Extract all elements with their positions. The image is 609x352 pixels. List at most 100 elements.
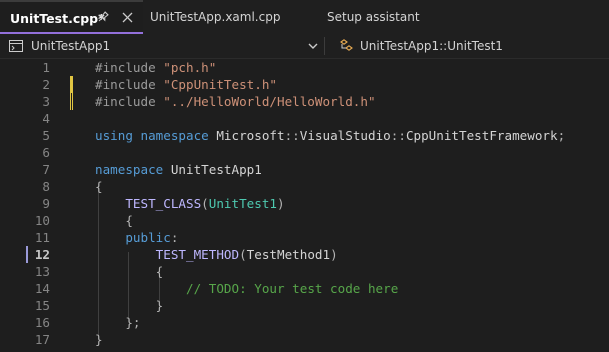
line-number: 8 (42, 179, 50, 194)
close-icon[interactable] (121, 11, 134, 24)
line-number: 4 (42, 111, 50, 126)
code-text: namespace UnitTestApp1 (95, 161, 262, 178)
code-token: "../HelloWorld/HelloWorld.h" (163, 94, 376, 109)
code-line[interactable]: 13 { (0, 263, 609, 280)
code-token: ) (330, 247, 338, 262)
tab-unittestapp-xaml-cpp[interactable]: UnitTestApp.xaml.cpp (150, 0, 280, 34)
code-line[interactable]: 4 (0, 110, 609, 127)
code-line[interactable]: 16 }; (0, 314, 609, 331)
scope-dropdown[interactable]: UnitTestApp1::UnitTest1 (338, 34, 503, 58)
code-line[interactable]: 5 using namespace Microsoft::VisualStudio… (0, 127, 609, 144)
code-line[interactable]: 8{ (0, 178, 609, 195)
line-number: 12 (34, 247, 50, 262)
project-name: UnitTestApp1 (31, 39, 111, 53)
code-token: :: (390, 128, 406, 143)
code-token: using (95, 128, 133, 143)
code-token: ; (557, 128, 566, 143)
code-token: Microsoft (208, 128, 285, 143)
tab-label: Setup assistant (327, 10, 420, 24)
code-token: VisualStudio (299, 128, 391, 143)
line-number: 6 (42, 145, 50, 160)
code-token: } (95, 332, 103, 347)
chevron-down-icon[interactable] (308, 41, 318, 51)
code-text: } (95, 297, 164, 314)
line-number: 5 (42, 128, 50, 143)
code-text: #include "pch.h" (95, 59, 216, 76)
code-line[interactable]: 14 // TODO: Your test code here (0, 280, 609, 297)
code-token: { (155, 264, 164, 279)
code-text: public: (95, 229, 178, 246)
change-marker (70, 76, 73, 93)
line-number: 2 (42, 77, 50, 92)
document-tab-strip: UnitTest.cpp* UnitTestApp.xaml.cpp Setup… (0, 0, 609, 34)
code-text: } (95, 331, 103, 348)
tab-unittest-cpp[interactable]: UnitTest.cpp* (0, 0, 143, 34)
pin-icon[interactable] (96, 10, 110, 24)
line-number: 13 (34, 264, 50, 279)
line-number: 7 (42, 162, 50, 177)
code-line[interactable]: 11 public: (0, 229, 609, 246)
code-line[interactable]: 1 #include "pch.h" (0, 59, 609, 76)
code-token: }; (125, 315, 141, 330)
code-line[interactable]: 2 #include "CppUnitTest.h" (0, 76, 609, 93)
code-text: using namespace Microsoft::VisualStudio:… (95, 127, 565, 144)
code-token: ( (201, 196, 209, 211)
project-dropdown[interactable]: UnitTestApp1 (9, 34, 324, 58)
navigation-bar: UnitTestApp1 UnitTestApp1::UnitTest1 (0, 34, 609, 59)
code-token: #include (95, 94, 164, 109)
code-line[interactable]: 6 (0, 144, 609, 161)
code-token: namespace (140, 128, 209, 143)
class-icon (340, 39, 353, 51)
code-token: ) (277, 196, 285, 211)
code-token: TEST_CLASS (125, 196, 202, 211)
code-token: namespace (95, 162, 164, 177)
line-number: 3 (42, 94, 50, 109)
project-icon (9, 40, 23, 52)
code-token: // TODO: Your test code here (186, 281, 399, 296)
code-token: "CppUnitTest.h" (163, 77, 277, 92)
code-text: { (95, 263, 164, 280)
code-token: { (125, 213, 133, 228)
code-text: }; (95, 314, 141, 331)
code-text: #include "CppUnitTest.h" (95, 76, 277, 93)
code-token: CppUnitTestFramework (405, 128, 558, 143)
code-text: TEST_CLASS(UnitTest1) (95, 195, 285, 212)
code-token: :: (284, 128, 300, 143)
line-number: 16 (34, 315, 50, 330)
code-line[interactable]: 12 TEST_METHOD(TestMethod1) (0, 246, 609, 263)
code-token: UnitTest1 (208, 196, 278, 211)
code-line[interactable]: 15 } (0, 297, 609, 314)
code-editor[interactable]: 1 #include "pch.h" 2 #include "CppUnitTest.… (0, 59, 609, 352)
code-line[interactable]: 3 #include "../HelloWorld/HelloWorld.h" (0, 93, 609, 110)
code-token: "pch.h" (163, 60, 217, 75)
line-number: 9 (42, 196, 50, 211)
code-text: #include "../HelloWorld/HelloWorld.h" (95, 93, 376, 110)
line-number: 11 (34, 230, 50, 245)
code-line[interactable]: 7 namespace UnitTestApp1 (0, 161, 609, 178)
code-token: TestMethod1 (246, 247, 331, 262)
tab-setup-assistant[interactable]: Setup assistant (327, 0, 420, 34)
scope-name: UnitTestApp1::UnitTest1 (360, 39, 503, 53)
change-marker (70, 93, 73, 110)
code-token: UnitTestApp1 (163, 162, 262, 177)
tab-label: UnitTestApp.xaml.cpp (150, 10, 281, 24)
code-token: #include (95, 60, 164, 75)
code-line[interactable]: 17} (0, 331, 609, 348)
code-token: TEST_METHOD (155, 247, 240, 262)
tab-label: UnitTest.cpp* (10, 10, 105, 26)
code-line[interactable]: 9 TEST_CLASS(UnitTest1) (0, 195, 609, 212)
code-line[interactable]: 10 { (0, 212, 609, 229)
navbar-separator (324, 37, 325, 55)
line-number: 14 (34, 281, 50, 296)
line-number: 1 (42, 60, 50, 75)
current-line-marker (26, 246, 28, 263)
line-number: 17 (34, 332, 50, 347)
